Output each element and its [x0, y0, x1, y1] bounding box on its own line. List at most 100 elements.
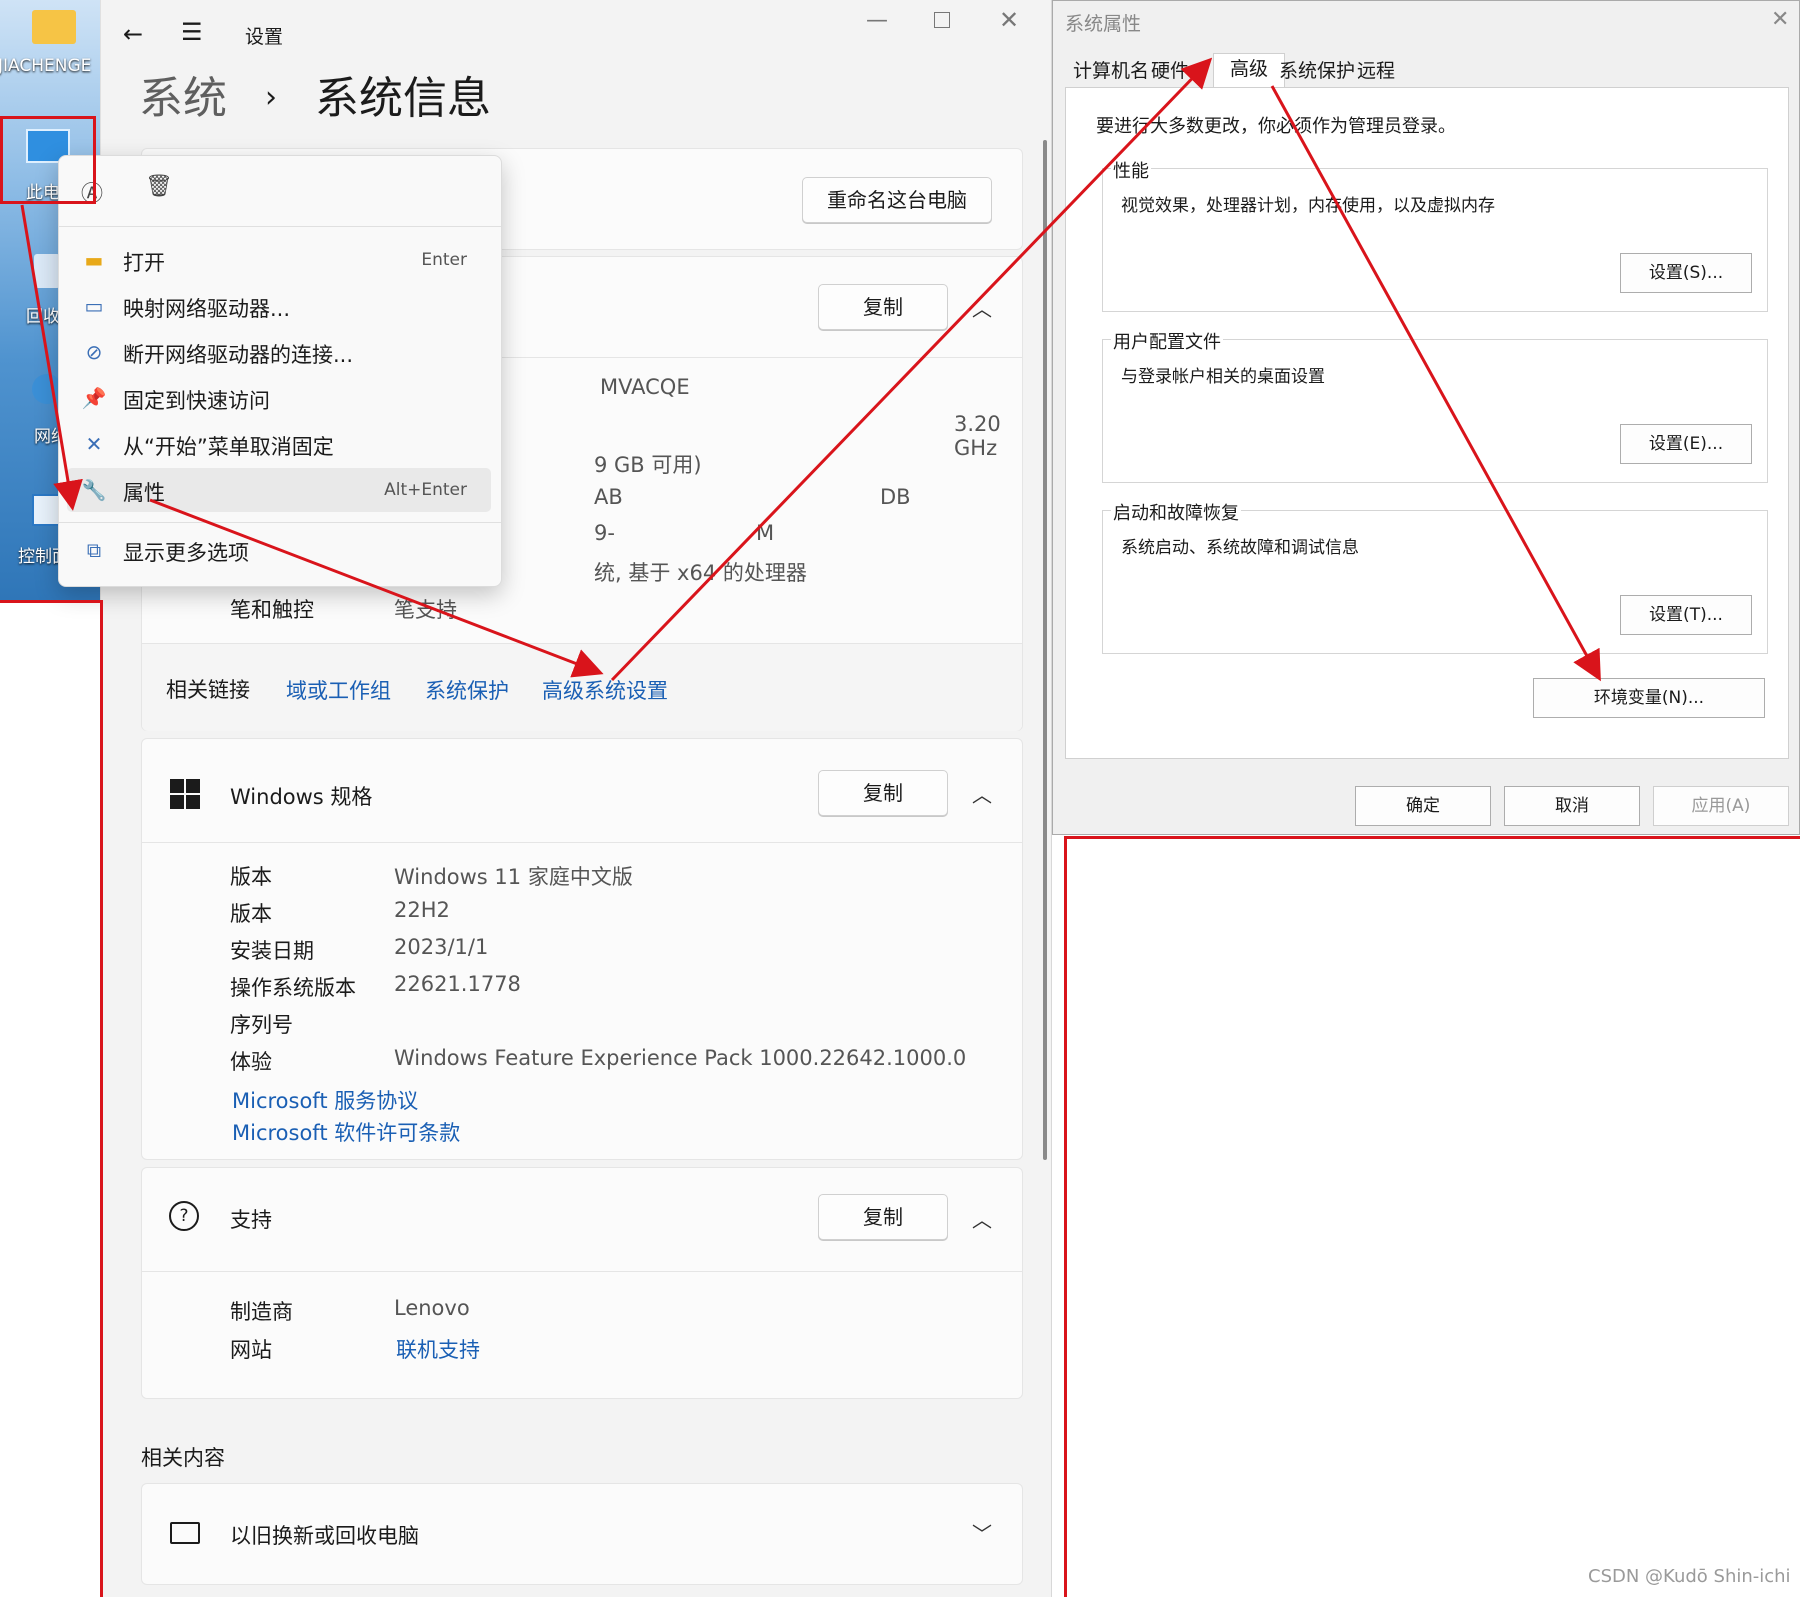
group-desc: 与登录帐户相关的桌面设置: [1121, 367, 1325, 387]
delete-icon[interactable]: 🗑: [145, 174, 173, 199]
spec-value: 2023/1/1: [394, 935, 489, 959]
annotation-line-dialog-left: [1064, 836, 1067, 1597]
laptop-icon: [170, 1522, 200, 1544]
tab-computer-name[interactable]: 计算机名: [1069, 56, 1153, 86]
menu-item-label: 映射网络驱动器...: [123, 297, 291, 321]
breadcrumb-separator: ›: [265, 80, 277, 115]
watermark: CSDN @Kudō Shin-ichi: [1588, 1566, 1791, 1587]
tab-system-protection[interactable]: 系统保护: [1275, 56, 1359, 86]
user-profiles-settings-button[interactable]: 设置(E)...: [1620, 424, 1752, 464]
device-id-tail: DB: [880, 485, 911, 509]
menu-item-unpin-start[interactable]: ✕ 从“开始”菜单取消固定: [67, 422, 491, 466]
tab-hardware[interactable]: 硬件: [1147, 56, 1193, 86]
advanced-system-settings-link[interactable]: 高级系统设置: [542, 675, 668, 705]
menu-item-label: 从“开始”菜单取消固定: [123, 435, 334, 459]
minimize-button[interactable]: —: [866, 8, 888, 33]
spec-key: 安装日期: [230, 939, 314, 963]
divider: [142, 842, 1022, 843]
related-content-card[interactable]: 以旧换新或回收电脑 ﹀: [141, 1483, 1023, 1585]
chevron-up-icon[interactable]: ︿: [972, 1204, 992, 1233]
dialog-close-icon[interactable]: ✕: [1771, 7, 1789, 32]
service-agreement-link[interactable]: Microsoft 服务协议: [232, 1085, 418, 1115]
support-title: 支持: [230, 1208, 272, 1232]
menu-item-properties[interactable]: 🔧 属性 Alt+Enter: [67, 468, 491, 512]
menu-icon[interactable]: ☰: [181, 18, 203, 46]
device-copy-button[interactable]: 复制: [818, 284, 948, 330]
close-button[interactable]: ✕: [999, 6, 1019, 34]
divider: [59, 522, 501, 523]
ram-value: 9 GB 可用): [594, 453, 702, 477]
dialog-title: 系统属性: [1065, 13, 1142, 35]
annotation-line-settings-left: [100, 600, 103, 1597]
cancel-button[interactable]: 取消: [1504, 786, 1640, 826]
breadcrumb: 系统 › 系统信息: [139, 62, 491, 126]
tab-remote[interactable]: 远程: [1353, 56, 1399, 86]
group-title: 用户配置文件: [1111, 328, 1223, 354]
menu-item-open[interactable]: ▬ 打开 Enter: [67, 238, 491, 282]
disconnect-drive-icon: ⊘: [85, 340, 103, 364]
system-protection-link[interactable]: 系统保护: [425, 675, 509, 705]
windows-spec-card: Windows 规格 复制 ︿ 版本 Windows 11 家庭中文版 版本 2…: [141, 738, 1023, 1160]
more-options-icon: ⧉: [86, 538, 102, 562]
performance-settings-button[interactable]: 设置(S)...: [1620, 253, 1752, 293]
scrollbar[interactable]: [1043, 140, 1047, 1160]
spec-value: 22H2: [394, 898, 450, 922]
system-properties-dialog: 系统属性 ✕ 计算机名 硬件 高级 系统保护 远程 要进行大多数更改，你必须作为…: [1052, 0, 1800, 835]
menu-item-disconnect-network-drive[interactable]: ⊘ 断开网络驱动器的连接...: [67, 330, 491, 374]
menu-item-show-more-options[interactable]: ⧉ 显示更多选项: [67, 528, 491, 572]
group-title: 性能: [1111, 157, 1151, 183]
website-label: 网站: [230, 1338, 272, 1362]
performance-group: 性能 视觉效果，处理器计划，内存使用，以及虚拟内存 设置(S)...: [1102, 157, 1768, 312]
page-title: 系统信息: [315, 73, 491, 124]
online-support-link[interactable]: 联机支持: [396, 1334, 480, 1364]
wrench-icon: 🔧: [81, 478, 107, 502]
spec-key: 操作系统版本: [230, 976, 356, 1000]
spec-key: 体验: [230, 1050, 272, 1074]
spec-key: 版本: [230, 865, 272, 889]
device-id-value: AB: [594, 485, 623, 509]
product-id-tail: M: [756, 521, 775, 545]
desktop-icon-label: 回收: [26, 307, 60, 327]
folder-icon: ▬: [84, 248, 104, 272]
windows-logo-icon: [170, 779, 200, 809]
unpin-icon: ✕: [85, 432, 103, 456]
environment-variables-button[interactable]: 环境变量(N)...: [1533, 678, 1765, 718]
rename-pc-button[interactable]: 重命名这台电脑: [802, 177, 992, 223]
window-title: 设置: [245, 26, 284, 48]
related-content-heading: 相关内容: [141, 1446, 225, 1470]
group-desc: 视觉效果，处理器计划，内存使用，以及虚拟内存: [1121, 196, 1495, 216]
menu-item-shortcut: Enter: [421, 250, 467, 270]
menu-item-label: 固定到快速访问: [123, 389, 270, 413]
license-terms-link[interactable]: Microsoft 软件许可条款: [232, 1117, 460, 1147]
annotation-line-settings-top: [0, 600, 103, 603]
related-links-bar: 相关链接 域或工作组 系统保护 高级系统设置: [142, 643, 1022, 731]
spec-value: Windows 11 家庭中文版: [394, 865, 633, 889]
menu-item-map-network-drive[interactable]: ▭ 映射网络驱动器...: [67, 284, 491, 328]
chevron-down-icon[interactable]: ﹀: [972, 1518, 992, 1547]
maximize-button[interactable]: [934, 12, 950, 28]
context-menu: Ⓐ 🗑 ▬ 打开 Enter ▭ 映射网络驱动器... ⊘ 断开网络驱动器的连接…: [58, 155, 502, 587]
pin-icon: 📌: [81, 386, 107, 410]
domain-workgroup-link[interactable]: 域或工作组: [286, 675, 391, 705]
apply-button[interactable]: 应用(A): [1653, 786, 1789, 826]
pen-touch-label: 笔和触控: [230, 598, 314, 622]
windows-spec-copy-button[interactable]: 复制: [818, 770, 948, 816]
back-icon[interactable]: ←: [123, 20, 143, 48]
annotation-line-dialog-bottom: [1064, 836, 1800, 839]
processor-speed-value: 3.20 GHz: [954, 412, 1001, 460]
startup-recovery-settings-button[interactable]: 设置(T)...: [1620, 595, 1752, 635]
spec-value: 22621.1778: [394, 972, 521, 996]
folder-icon[interactable]: [32, 10, 76, 44]
support-copy-button[interactable]: 复制: [818, 1194, 948, 1240]
admin-note: 要进行大多数更改，你必须作为管理员登录。: [1096, 116, 1456, 137]
chevron-up-icon[interactable]: ︿: [972, 293, 992, 322]
menu-item-label: 显示更多选项: [123, 541, 249, 565]
desktop-user-label: JIACHENGE: [0, 56, 92, 76]
tab-panel: 要进行大多数更改，你必须作为管理员登录。 性能 视觉效果，处理器计划，内存使用，…: [1065, 87, 1789, 759]
trade-in-recycle-link: 以旧换新或回收电脑: [230, 1524, 419, 1548]
ok-button[interactable]: 确定: [1355, 786, 1491, 826]
menu-item-pin-quick-access[interactable]: 📌 固定到快速访问: [67, 376, 491, 420]
chevron-up-icon[interactable]: ︿: [972, 779, 992, 808]
manufacturer-value: Lenovo: [394, 1296, 470, 1320]
breadcrumb-parent[interactable]: 系统: [139, 73, 227, 124]
